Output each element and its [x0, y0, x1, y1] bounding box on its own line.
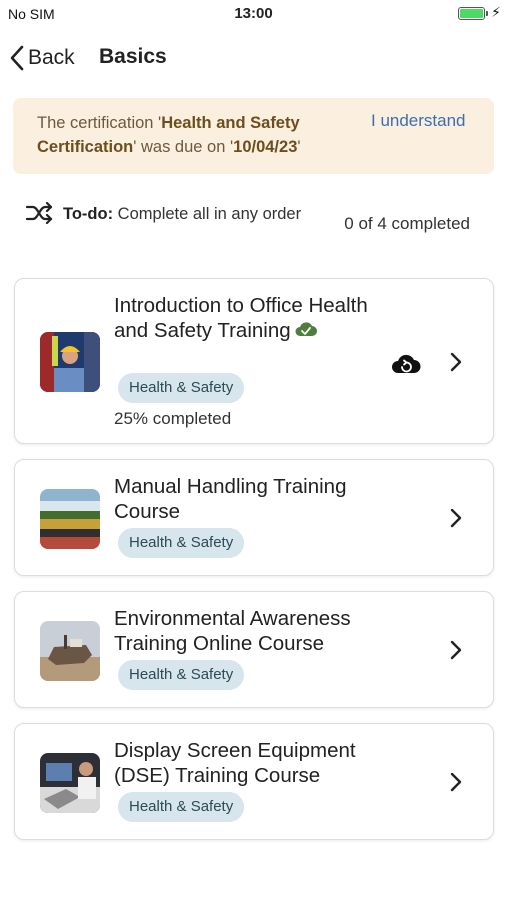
cloud-sync-icon[interactable]	[391, 351, 421, 375]
status-bar: No SIM 13:00 ⚡︎	[0, 0, 507, 28]
course-title-text: Introduction to Office Health and Safety…	[114, 294, 368, 342]
course-card[interactable]: Manual Handling Training Course Health &…	[14, 459, 494, 576]
cloud-check-icon	[295, 322, 317, 336]
battery-icon	[458, 7, 485, 20]
todo-label: To-do:	[63, 205, 114, 223]
course-card[interactable]: Introduction to Office Health and Safety…	[14, 278, 494, 444]
alert-due-date: 10/04/23	[233, 138, 298, 156]
course-title: Display Screen Equipment (DSE) Training …	[114, 739, 356, 787]
course-title: Environmental Awareness Training Online …	[114, 607, 351, 655]
course-tag: Health & Safety	[118, 373, 245, 403]
alert-text-middle: ' was due on '	[133, 138, 234, 156]
battery-cap	[486, 11, 488, 16]
course-tag: Health & Safety	[118, 528, 245, 558]
chevron-right-icon	[450, 640, 462, 660]
chevron-right-icon	[450, 772, 462, 792]
i-understand-button[interactable]: I understand	[371, 111, 466, 131]
chevron-right-icon	[450, 352, 462, 372]
shuffle-icon	[25, 202, 53, 224]
course-thumbnail	[40, 332, 100, 392]
course-tag: Health & Safety	[118, 660, 245, 690]
status-time: 13:00	[234, 5, 273, 22]
course-progress-text: 25% completed	[114, 409, 232, 428]
back-label: Back	[28, 46, 75, 69]
course-title: Introduction to Office Health and Safety…	[114, 293, 384, 343]
back-button[interactable]: Back	[10, 40, 75, 76]
certification-due-alert: The certification 'Health and Safety Cer…	[13, 98, 494, 174]
chevron-right-icon	[450, 508, 462, 528]
completion-count: 0 of 4 completed	[344, 214, 470, 233]
battery-level	[460, 9, 483, 18]
alert-text-prefix: The certification '	[37, 114, 162, 132]
alert-message: The certification 'Health and Safety Cer…	[37, 111, 337, 159]
course-card[interactable]: Environmental Awareness Training Online …	[14, 591, 494, 708]
alert-text-suffix: '	[297, 138, 301, 156]
course-tag: Health & Safety	[118, 792, 245, 822]
course-thumbnail	[40, 489, 100, 549]
charging-bolt-icon: ⚡︎	[491, 4, 501, 20]
course-title: Manual Handling Training Course	[114, 475, 347, 523]
course-thumbnail	[40, 753, 100, 813]
page-title: Basics	[99, 45, 167, 68]
todo-text: Complete all in any order	[113, 205, 302, 223]
navigation-bar: Back Basics	[0, 36, 507, 80]
todo-instructions: To-do: Complete all in any order	[25, 200, 325, 228]
course-card[interactable]: Display Screen Equipment (DSE) Training …	[14, 723, 494, 840]
course-thumbnail	[40, 621, 100, 681]
chevron-left-icon	[10, 45, 24, 71]
